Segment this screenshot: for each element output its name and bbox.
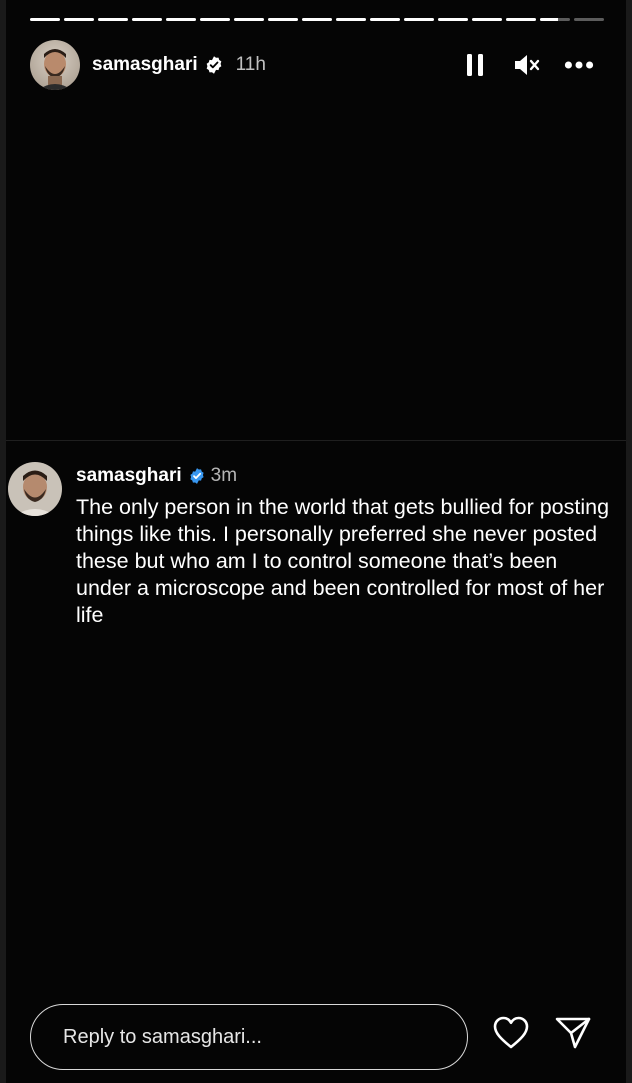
- post-header: samasghari 3m: [76, 462, 624, 490]
- progress-segment-fill: [200, 18, 230, 21]
- more-options-icon: [564, 61, 594, 69]
- share-button[interactable]: [554, 1014, 592, 1052]
- progress-segment: [166, 18, 196, 21]
- like-button[interactable]: [492, 1014, 530, 1052]
- progress-segment-fill: [166, 18, 196, 21]
- progress-segment: [30, 18, 60, 21]
- progress-segment-fill: [64, 18, 94, 21]
- reply-input[interactable]: [63, 1025, 443, 1049]
- progress-segment: [302, 18, 332, 21]
- mute-button[interactable]: [512, 50, 542, 80]
- progress-segment-fill: [506, 18, 536, 21]
- progress-segment: [404, 18, 434, 21]
- progress-segment-fill: [132, 18, 162, 21]
- pause-button[interactable]: [460, 50, 490, 80]
- story-timestamp: 11h: [235, 54, 266, 75]
- progress-segment-fill: [404, 18, 434, 21]
- heart-icon: [493, 1016, 529, 1049]
- post-body: samasghari 3m The only person in the wor…: [76, 462, 624, 629]
- progress-segment: [506, 18, 536, 21]
- progress-segment-fill: [336, 18, 366, 21]
- progress-segment: [132, 18, 162, 21]
- story-right-edge: [626, 0, 632, 1083]
- progress-segment-fill: [438, 18, 468, 21]
- progress-segment-fill: [234, 18, 264, 21]
- story-username[interactable]: samasghari: [92, 54, 198, 76]
- post-caption: The only person in the world that gets b…: [76, 495, 610, 627]
- story-header: samasghari 11h: [30, 40, 604, 90]
- reply-box[interactable]: [30, 1004, 468, 1070]
- post-username: samasghari: [76, 465, 182, 486]
- story-left-edge: [0, 0, 6, 1083]
- more-options-button[interactable]: [564, 50, 594, 80]
- progress-segment: [98, 18, 128, 21]
- progress-segment-fill: [540, 18, 558, 21]
- post-timestamp: 3m: [210, 465, 238, 486]
- progress-segment: [472, 18, 502, 21]
- verified-badge-icon: [204, 55, 224, 75]
- progress-segment-fill: [302, 18, 332, 21]
- story-viewer: samasghari 11h samasghari 3m The only pe…: [0, 0, 632, 1083]
- pause-icon: [467, 54, 483, 76]
- progress-segment-fill: [472, 18, 502, 21]
- progress-segment-fill: [268, 18, 298, 21]
- send-icon: [555, 1017, 591, 1049]
- progress-segment-fill: [98, 18, 128, 21]
- post-avatar: [8, 462, 62, 516]
- progress-segment: [438, 18, 468, 21]
- progress-segment-fill: [370, 18, 400, 21]
- progress-segment: [574, 18, 604, 21]
- progress-segment-fill: [30, 18, 60, 21]
- verified-badge-icon: [188, 467, 206, 485]
- story-progress-bar: [30, 18, 604, 21]
- progress-segment: [370, 18, 400, 21]
- shared-post: samasghari 3m The only person in the wor…: [8, 462, 624, 629]
- progress-segment: [336, 18, 366, 21]
- progress-segment: [234, 18, 264, 21]
- muted-speaker-icon: [515, 55, 540, 75]
- content-divider: [6, 440, 626, 441]
- avatar[interactable]: [30, 40, 80, 90]
- progress-segment: [540, 18, 570, 21]
- progress-segment: [200, 18, 230, 21]
- story-controls: [460, 50, 604, 80]
- progress-segment: [64, 18, 94, 21]
- progress-segment: [268, 18, 298, 21]
